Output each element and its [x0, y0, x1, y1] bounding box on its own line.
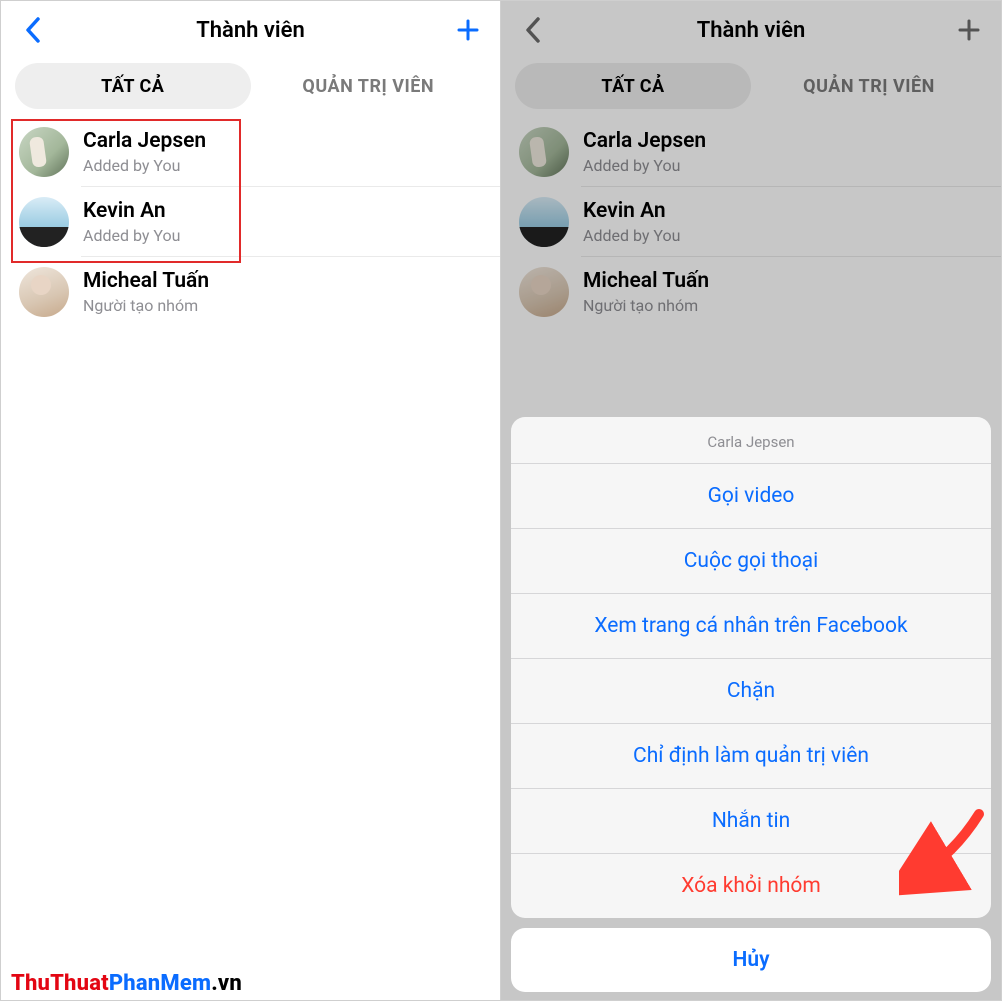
watermark-c: .vn: [211, 971, 242, 996]
member-name: Carla Jepsen: [583, 129, 706, 153]
member-name: Kevin An: [583, 199, 680, 223]
sheet-remove-from-group[interactable]: Xóa khỏi nhóm: [511, 853, 991, 918]
sheet-block[interactable]: Chặn: [511, 658, 991, 723]
right-screen: Thành viên TẤT CẢ QUẢN TRỊ VIÊN Carla Je…: [501, 1, 1001, 1000]
back-icon[interactable]: [19, 16, 47, 44]
member-row[interactable]: Kevin An Added by You: [1, 187, 500, 257]
member-sub: Added by You: [583, 226, 680, 245]
sheet-message[interactable]: Nhắn tin: [511, 788, 991, 853]
tab-all[interactable]: TẤT CẢ: [15, 63, 251, 109]
header: Thành viên: [501, 1, 1001, 59]
member-row[interactable]: Micheal Tuấn Người tạo nhóm: [501, 257, 1001, 327]
action-sheet: Carla Jepsen Gọi video Cuộc gọi thoại Xe…: [501, 417, 1001, 1000]
avatar: [19, 267, 69, 317]
add-icon[interactable]: [454, 16, 482, 44]
sheet-title: Carla Jepsen: [511, 417, 991, 463]
segmented-tabs: TẤT CẢ QUẢN TRỊ VIÊN: [15, 63, 486, 109]
left-screen: Thành viên TẤT CẢ QUẢN TRỊ VIÊN Carla Je…: [1, 1, 501, 1000]
member-list: Carla Jepsen Added by You Kevin An Added…: [1, 117, 500, 327]
watermark-b: PhanMem: [109, 971, 211, 996]
member-name: Carla Jepsen: [83, 129, 206, 153]
member-sub: Người tạo nhóm: [583, 296, 709, 315]
tab-admins[interactable]: QUẢN TRỊ VIÊN: [251, 63, 487, 109]
member-row[interactable]: Micheal Tuấn Người tạo nhóm: [1, 257, 500, 327]
header: Thành viên: [1, 1, 500, 59]
back-icon[interactable]: [519, 16, 547, 44]
member-row[interactable]: Kevin An Added by You: [501, 187, 1001, 257]
member-name: Kevin An: [83, 199, 180, 223]
sheet-view-profile[interactable]: Xem trang cá nhân trên Facebook: [511, 593, 991, 658]
member-sub: Added by You: [583, 156, 706, 175]
member-row[interactable]: Carla Jepsen Added by You: [501, 117, 1001, 187]
segmented-tabs: TẤT CẢ QUẢN TRỊ VIÊN: [515, 63, 987, 109]
member-name: Micheal Tuấn: [583, 269, 709, 293]
avatar: [19, 127, 69, 177]
avatar: [519, 267, 569, 317]
avatar: [19, 197, 69, 247]
member-sub: Người tạo nhóm: [83, 296, 209, 315]
sheet-make-admin[interactable]: Chỉ định làm quản trị viên: [511, 723, 991, 788]
avatar: [519, 127, 569, 177]
tab-all[interactable]: TẤT CẢ: [515, 63, 751, 109]
add-icon[interactable]: [955, 16, 983, 44]
sheet-audio-call[interactable]: Cuộc gọi thoại: [511, 528, 991, 593]
avatar: [519, 197, 569, 247]
member-row[interactable]: Carla Jepsen Added by You: [1, 117, 500, 187]
page-title: Thành viên: [47, 18, 454, 43]
sheet-cancel-button[interactable]: Hủy: [511, 928, 991, 992]
action-sheet-group: Carla Jepsen Gọi video Cuộc gọi thoại Xe…: [511, 417, 991, 918]
page-title: Thành viên: [547, 18, 955, 43]
right-underlay: Thành viên TẤT CẢ QUẢN TRỊ VIÊN Carla Je…: [501, 1, 1001, 327]
watermark: ThuThuat PhanMem .vn: [11, 971, 242, 996]
tab-admins[interactable]: QUẢN TRỊ VIÊN: [751, 63, 987, 109]
member-list: Carla Jepsen Added by You Kevin An Added…: [501, 117, 1001, 327]
member-name: Micheal Tuấn: [83, 269, 209, 293]
watermark-a: ThuThuat: [11, 971, 109, 996]
member-sub: Added by You: [83, 226, 180, 245]
member-sub: Added by You: [83, 156, 206, 175]
sheet-video-call[interactable]: Gọi video: [511, 463, 991, 528]
